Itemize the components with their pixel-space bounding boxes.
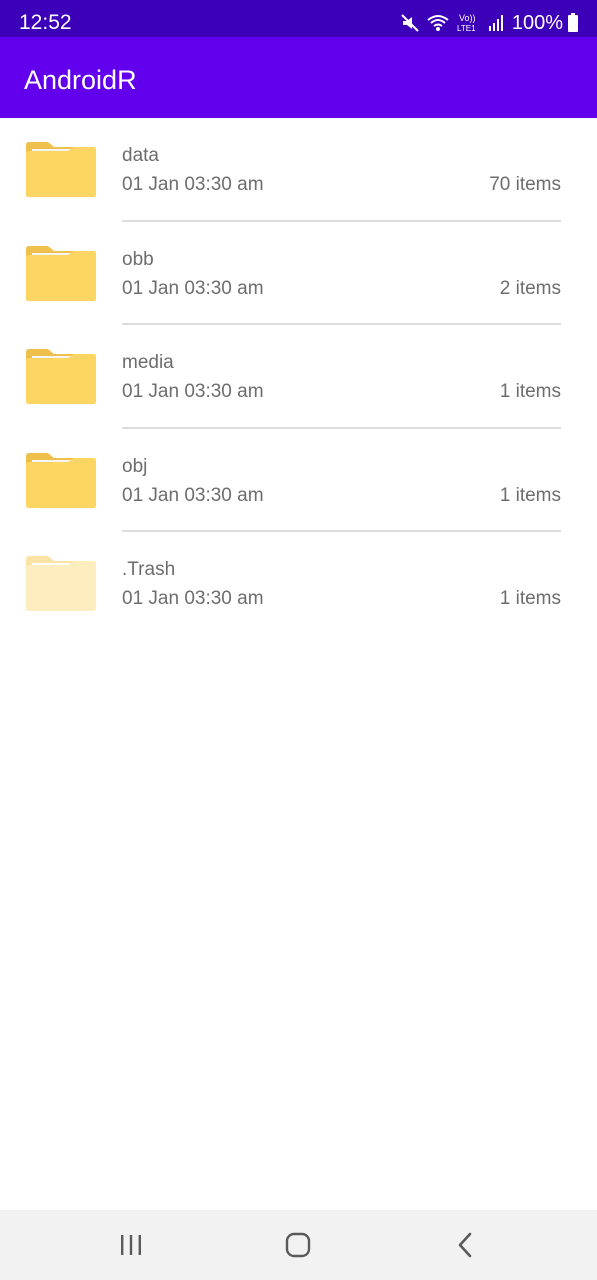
file-item-trash[interactable]: .Trash 01 Jan 03:30 am 1 items: [0, 532, 597, 636]
navigation-bar: [0, 1210, 597, 1280]
file-name: obj: [122, 455, 148, 477]
folder-icon: [26, 245, 96, 302]
app-bar: AndroidR: [0, 37, 597, 118]
file-item-media[interactable]: media 01 Jan 03:30 am 1 items: [0, 325, 597, 429]
recents-icon[interactable]: [114, 1228, 148, 1262]
volte-icon: Vo)) LTE1: [456, 12, 482, 34]
file-item-data[interactable]: data 01 Jan 03:30 am 70 items: [0, 118, 597, 222]
battery-icon: [567, 13, 579, 33]
file-count: 1 items: [499, 484, 561, 506]
file-name: obb: [122, 248, 154, 270]
folder-faded-icon: [26, 556, 96, 612]
file-date: 01 Jan 03:30 am: [122, 588, 264, 609]
file-date: 01 Jan 03:30 am: [122, 381, 264, 402]
file-list: data 01 Jan 03:30 am 70 items obb 01 Jan…: [0, 118, 597, 636]
folder-icon: [26, 349, 96, 405]
file-date: 01 Jan 03:30 am: [122, 484, 264, 506]
file-item-obj[interactable]: obj 01 Jan 03:30 am 1 items: [0, 429, 597, 532]
file-count: 1 items: [499, 588, 561, 609]
mute-icon: [400, 13, 420, 33]
folder-icon: [26, 142, 96, 198]
wifi-icon: [426, 13, 450, 33]
battery-percentage: 100%: [511, 12, 563, 34]
home-icon[interactable]: [281, 1228, 315, 1262]
file-item-obb[interactable]: obb 01 Jan 03:30 am 2 items: [0, 222, 597, 325]
file-name: media: [122, 352, 174, 373]
status-time: 12:52: [19, 11, 72, 34]
file-date: 01 Jan 03:30 am: [122, 277, 264, 299]
file-name: .Trash: [122, 559, 176, 580]
file-count: 70 items: [489, 174, 561, 195]
status-icons: Vo)) LTE1 100%: [400, 8, 579, 38]
app-title: AndroidR: [24, 65, 137, 95]
file-date: 01 Jan 03:30 am: [122, 174, 264, 195]
file-count: 1 items: [499, 381, 561, 402]
folder-icon: [26, 452, 96, 509]
back-icon[interactable]: [449, 1228, 483, 1262]
file-name: data: [122, 145, 159, 166]
status-bar: 12:52 Vo)) LTE1 100%: [0, 0, 597, 37]
file-count: 2 items: [499, 277, 561, 299]
svg-text:LTE1: LTE1: [457, 24, 476, 33]
signal-icon: [488, 14, 504, 32]
svg-text:Vo)): Vo)): [459, 13, 476, 23]
